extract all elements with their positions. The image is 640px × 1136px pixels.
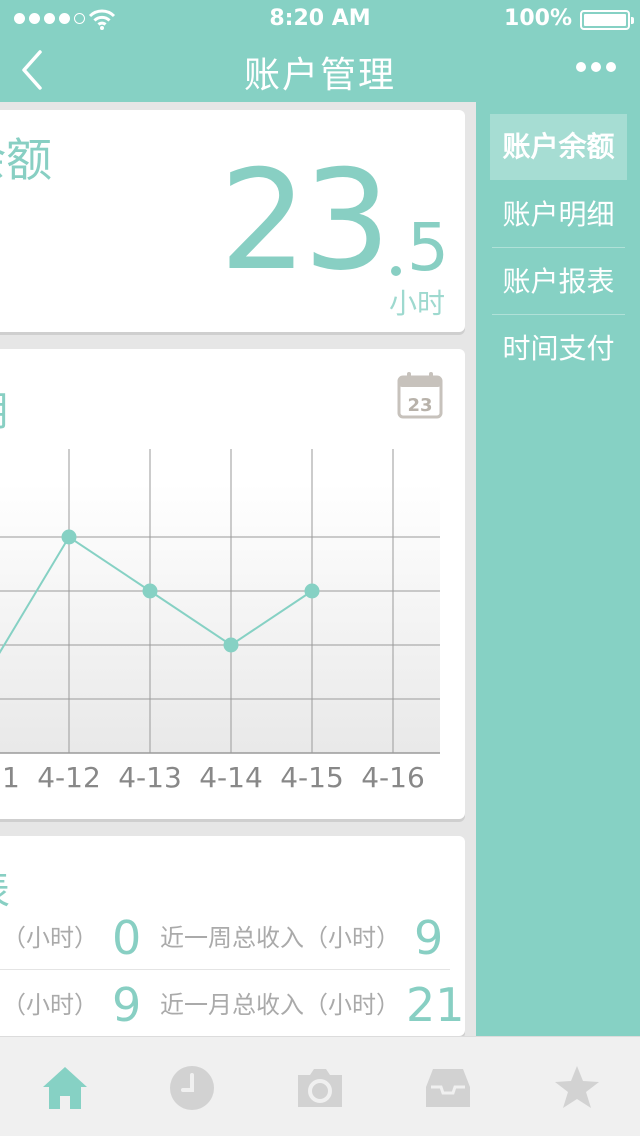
stat-left-value: 0 bbox=[112, 911, 142, 965]
page-title: 账户管理 bbox=[243, 55, 396, 96]
chart-x-ticks: 11 4-12 4-13 4-14 4-15 4-16 bbox=[0, 761, 425, 789]
stat-row: （小时） 0 近一周总收入（小时） 9 bbox=[0, 904, 450, 970]
more-dots-icon[interactable] bbox=[576, 62, 616, 72]
side-menu: 账户余额 账户明细 账户报表 时间支付 bbox=[476, 102, 640, 1036]
balance-card-title: 余额 bbox=[0, 133, 52, 187]
detail-card-title: 明 bbox=[0, 379, 8, 437]
stat-right-label: 近一周总收入（小时） bbox=[160, 924, 400, 952]
menu-item-report[interactable]: 账户报表 bbox=[492, 249, 625, 315]
menu-item-time-payment[interactable]: 时间支付 bbox=[492, 316, 625, 382]
stat-left-label: （小时） bbox=[2, 924, 98, 952]
balance-unit: 小时 bbox=[388, 287, 445, 320]
stat-right-label: 近一月总收入（小时） bbox=[160, 991, 400, 1019]
star-icon[interactable] bbox=[552, 1063, 602, 1113]
balance-card: 余额 23 5 小时 bbox=[0, 110, 465, 332]
chart-plot-background bbox=[0, 483, 440, 753]
menu-item-balance[interactable]: 账户余额 bbox=[490, 114, 627, 180]
chart-x-tick-label: 4-14 bbox=[199, 761, 263, 789]
balance-value-integer: 23 bbox=[219, 140, 391, 301]
chart-x-tick-label: 4-15 bbox=[280, 761, 344, 789]
detail-card: 明 23 11 4-12 4-13 4-14 4-15 4-16 bbox=[0, 349, 465, 819]
chart-x-tick-label: 4-13 bbox=[118, 761, 182, 789]
chart-x-tick-label: 4-16 bbox=[361, 761, 425, 789]
line-chart: 11 4-12 4-13 4-14 4-15 4-16 bbox=[0, 449, 440, 789]
balance-decimal-point bbox=[391, 266, 401, 276]
clock-icon[interactable] bbox=[167, 1063, 217, 1113]
stat-right-value: 9 bbox=[414, 911, 444, 965]
report-card: 表 （小时） 0 近一周总收入（小时） 9 （小时） 9 近一月总收入（小时） … bbox=[0, 836, 465, 1036]
battery-percentage: 100% bbox=[504, 6, 572, 31]
stat-right-value: 21 bbox=[406, 978, 465, 1032]
chart-point bbox=[61, 529, 77, 545]
status-bar: 8:20 AM 100% bbox=[0, 0, 640, 40]
home-icon[interactable] bbox=[40, 1063, 90, 1113]
stat-row: （小时） 9 近一月总收入（小时） 21 bbox=[0, 970, 465, 1036]
header: 8:20 AM 100% 账户管理 bbox=[0, 0, 640, 102]
stat-left-value: 9 bbox=[112, 978, 142, 1032]
inbox-icon[interactable] bbox=[423, 1063, 473, 1113]
chart-x-tick-label: 4-12 bbox=[37, 761, 101, 789]
chart-point bbox=[304, 583, 320, 599]
battery-icon bbox=[580, 10, 634, 30]
calendar-day-text: 23 bbox=[407, 395, 432, 416]
chart-x-tick-label: 11 bbox=[0, 761, 20, 789]
chart-point bbox=[142, 583, 158, 599]
calendar-icon[interactable]: 23 bbox=[397, 371, 443, 419]
stat-left-label: （小时） bbox=[2, 991, 98, 1019]
menu-item-details[interactable]: 账户明细 bbox=[492, 182, 625, 248]
chart-point bbox=[223, 637, 239, 653]
camera-icon[interactable] bbox=[295, 1063, 345, 1113]
tab-bar bbox=[0, 1036, 640, 1136]
